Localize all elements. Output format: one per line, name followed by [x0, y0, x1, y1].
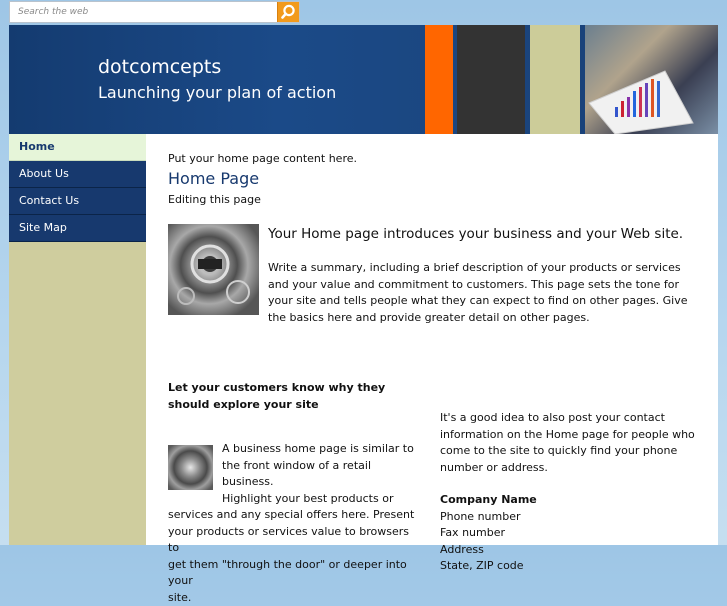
body-line: get them "through the door" or deeper in… [168, 557, 407, 588]
brand-name: dotcomcepts [98, 56, 222, 78]
body-line: Highlight your best products or [222, 491, 394, 505]
accent-stripe-orange [425, 25, 453, 134]
hero-body: Write a summary, including a brief descr… [268, 261, 688, 324]
column-heading: Let your customers know why they should … [168, 381, 386, 411]
body-line: your products or services value to brows… [168, 524, 409, 555]
header-photo [585, 25, 718, 134]
accent-stripe-khaki [530, 25, 580, 134]
intro-text: Put your home page content here. [168, 152, 357, 165]
search-button[interactable] [277, 2, 299, 22]
search-input[interactable] [10, 2, 278, 22]
nav-item-about-us[interactable]: About Us [9, 161, 146, 188]
header-banner: dotcomcepts Launching your plan of actio… [9, 25, 718, 134]
gear-icon [177, 244, 250, 305]
hero-image [168, 224, 259, 315]
nav-item-site-map[interactable]: Site Map [9, 215, 146, 242]
body-line: services and any special offers here. Pr… [168, 508, 415, 521]
left-column: Let your customers know why they should … [168, 379, 418, 604]
hero-heading: Your Home page introduces your business … [268, 226, 684, 242]
contact-state-zip: State, ZIP code [440, 559, 524, 572]
sidebar: Home About Us Contact Us Site Map [9, 134, 146, 545]
accent-stripe-dark [457, 25, 525, 134]
search-bar [9, 1, 300, 23]
page-subtitle: Editing this page [168, 193, 261, 206]
nav-item-home[interactable]: Home [9, 134, 146, 161]
chart-photo-icon [588, 70, 694, 134]
company-name: Company Name [440, 493, 537, 506]
contact-intro: It's a good idea to also post your conta… [440, 411, 695, 474]
search-icon [281, 4, 295, 19]
contact-phone: Phone number [440, 509, 521, 523]
contact-fax: Fax number [440, 526, 505, 539]
site-container: dotcomcepts Launching your plan of actio… [9, 25, 718, 604]
body-line: the front window of a retail business. [222, 458, 371, 489]
contact-address: Address [440, 542, 484, 556]
nav-item-contact-us[interactable]: Contact Us [9, 188, 146, 215]
column-body: A business home page is similar to the f… [168, 441, 418, 606]
page-title: Home Page [168, 169, 260, 188]
body-line: site. [168, 590, 192, 604]
brand-tagline: Launching your plan of action [98, 83, 337, 102]
body-line: A business home page is similar to [222, 442, 414, 455]
right-column: It's a good idea to also post your conta… [440, 410, 698, 575]
